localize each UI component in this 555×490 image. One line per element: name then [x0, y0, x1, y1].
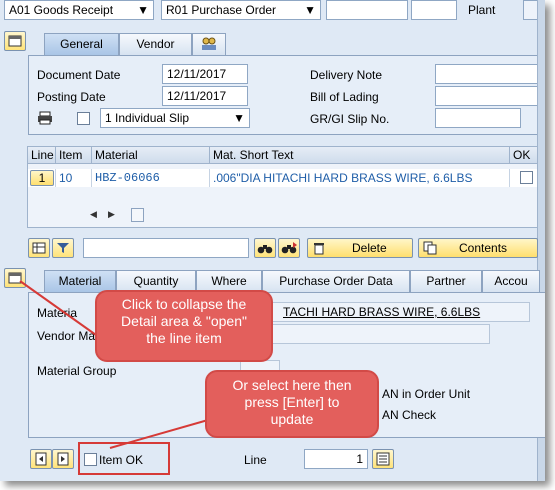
callout-select-line-1: Or select here then: [232, 377, 352, 393]
arrow-to-item-ok: [109, 419, 209, 449]
callout-select-item-ok: Or select here then press [Enter] to upd…: [205, 370, 379, 438]
callout-collapse-line-2: Detail area & "open": [121, 313, 247, 329]
arrow-to-collapse-button: [19, 280, 97, 336]
callout-collapse-line-3: the line item: [146, 330, 222, 346]
callout-select-line-2: press [Enter] to: [244, 394, 340, 410]
sap-window: A01 Goods Receipt ▼ R01 Purchase Order ▼…: [0, 0, 545, 481]
callout-collapse-line-1: Click to collapse the: [121, 296, 247, 312]
callout-collapse-detail: Click to collapse the Detail area & "ope…: [95, 290, 273, 362]
callout-select-line-3: update: [270, 411, 314, 427]
